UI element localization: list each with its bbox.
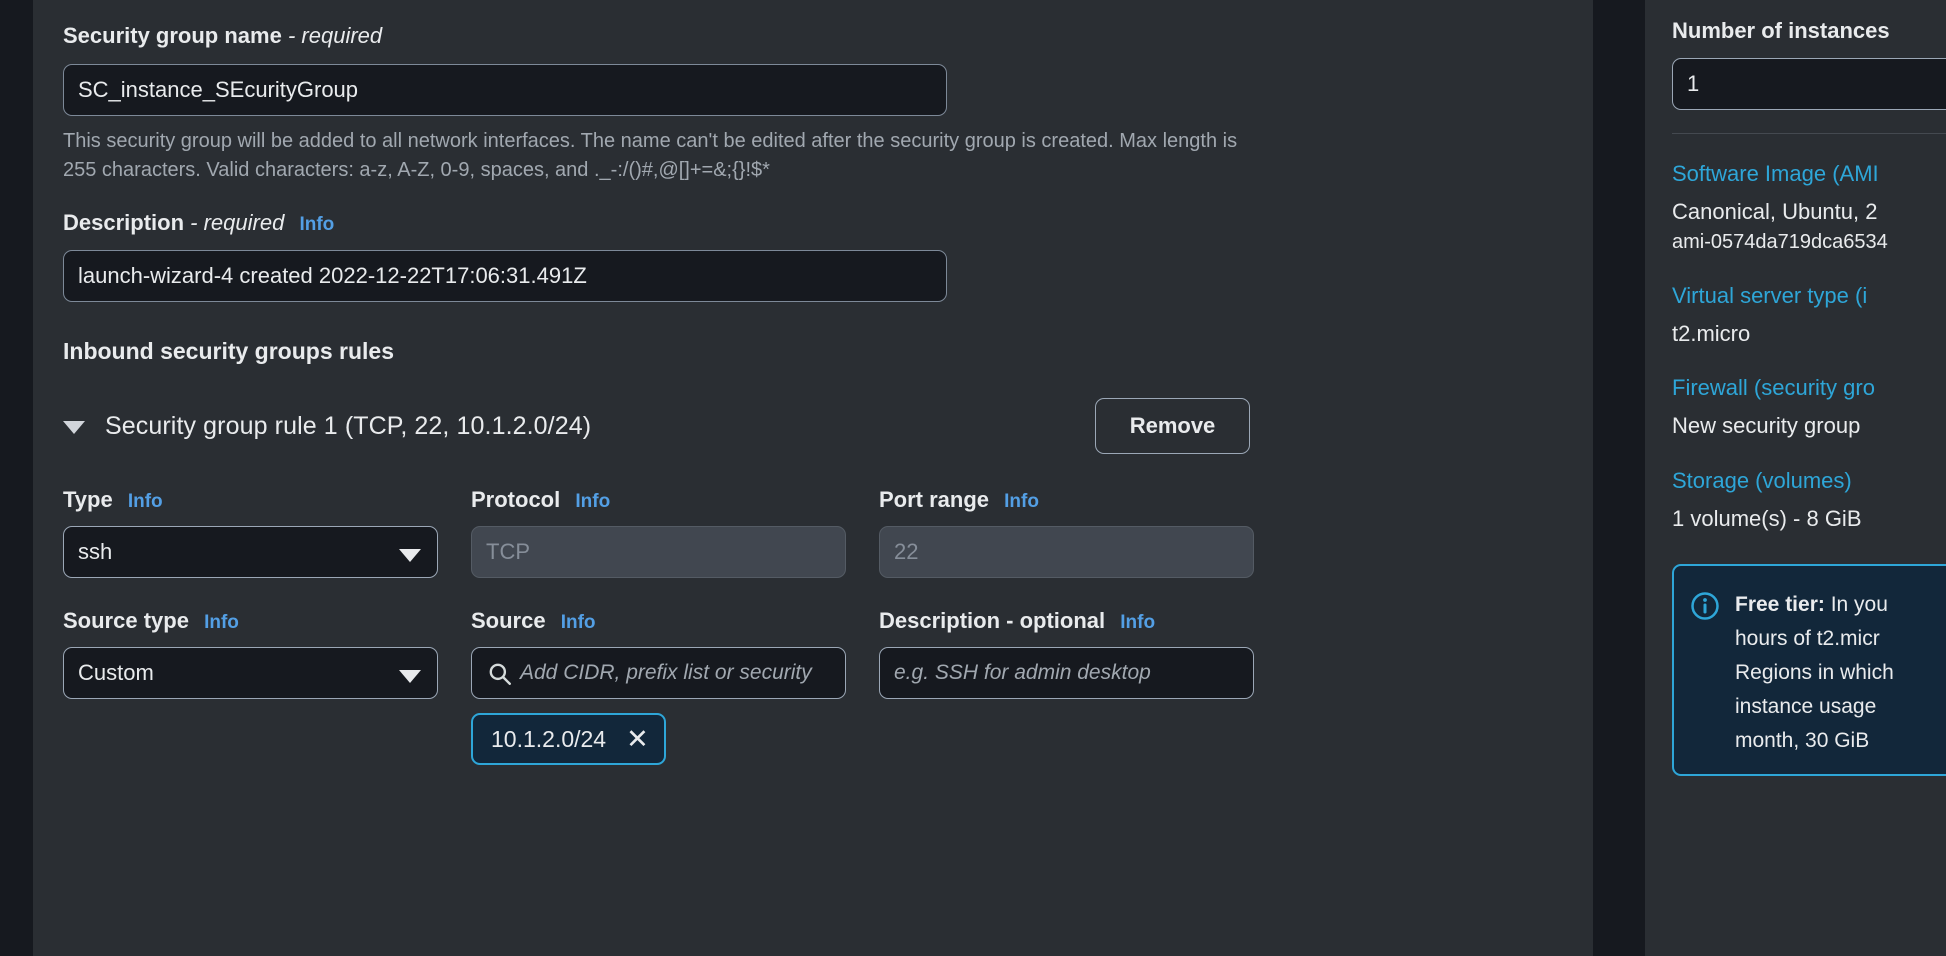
close-icon[interactable]: ✕ xyxy=(626,725,649,753)
protocol-input-disabled: TCP xyxy=(471,526,846,579)
summary-link-firewall[interactable]: Firewall (security gro xyxy=(1672,375,1946,401)
security-group-settings-panel: Security group name - required SC_instan… xyxy=(33,0,1593,956)
free-tier-line-4: instance usage xyxy=(1735,694,1877,718)
rule-description-optional-marker: - optional xyxy=(1006,608,1106,634)
search-icon xyxy=(489,663,511,686)
source-cidr-token-label: 10.1.2.0/24 xyxy=(491,725,607,752)
info-icon xyxy=(1691,592,1719,620)
rule-row-protocol: Type Info ssh Protocol Info TCP Port ran… xyxy=(63,487,1563,579)
security-group-name-label-text: Security group name xyxy=(63,23,282,48)
remove-rule-button[interactable]: Remove xyxy=(1095,398,1250,455)
protocol-label: Protocol Info xyxy=(471,487,846,513)
summary-value-ami-name: Canonical, Ubuntu, 2 xyxy=(1672,199,1878,224)
summary-panel: Number of instances 1 Software Image (AM… xyxy=(1645,0,1946,956)
rule-description-placeholder: e.g. SSH for admin desktop xyxy=(894,661,1151,685)
security-group-name-input[interactable]: SC_instance_SEcurityGroup xyxy=(63,63,947,116)
rule-row-source: Source type Info Custom Source Info Add … xyxy=(63,608,1563,766)
security-group-rule-title: Security group rule 1 (TCP, 22, 10.1.2.0… xyxy=(105,411,592,440)
source-type-label-text: Source type xyxy=(63,608,189,634)
rule-description-label-text: Description xyxy=(879,608,1001,634)
inbound-rules-section-title: Inbound security groups rules xyxy=(63,338,394,365)
summary-value-instance-type: t2.micro xyxy=(1672,320,1751,346)
summary-link-ami[interactable]: Software Image (AMI xyxy=(1672,161,1946,187)
chevron-down-icon[interactable] xyxy=(63,420,85,434)
port-range-field-group: Port range Info 22 xyxy=(879,487,1254,579)
description-label-text: Description xyxy=(63,209,185,235)
type-label-text: Type xyxy=(63,487,113,513)
type-label: Type Info xyxy=(63,487,438,513)
description-input[interactable]: launch-wizard-4 created 2022-12-22T17:06… xyxy=(63,250,947,303)
free-tier-line-1: In you xyxy=(1824,592,1888,616)
source-type-label: Source type Info xyxy=(63,608,438,634)
summary-value-storage: 1 volume(s) - 8 GiB xyxy=(1672,506,1862,532)
description-required-marker: - required xyxy=(190,209,285,235)
security-group-name-help-text: This security group will be added to all… xyxy=(63,129,1238,181)
source-type-select[interactable]: Custom xyxy=(63,647,438,700)
source-cidr-token[interactable]: 10.1.2.0/24 ✕ xyxy=(471,713,666,766)
summary-link-storage[interactable]: Storage (volumes) xyxy=(1672,468,1946,494)
type-info-link[interactable]: Info xyxy=(128,491,163,512)
source-type-select-value: Custom xyxy=(78,660,154,686)
source-search-input[interactable]: Add CIDR, prefix list or security xyxy=(471,647,846,700)
protocol-field-group: Protocol Info TCP xyxy=(471,487,846,579)
ec2-launch-wizard-screen: Security group name - required SC_instan… xyxy=(0,0,1946,956)
protocol-info-link[interactable]: Info xyxy=(575,491,610,512)
chevron-down-icon xyxy=(399,670,421,684)
number-of-instances-input[interactable]: 1 xyxy=(1672,58,1946,110)
source-label-text: Source xyxy=(471,608,546,634)
free-tier-heading: Free tier: xyxy=(1735,592,1825,616)
type-select-value: ssh xyxy=(78,539,113,565)
free-tier-line-5: month, 30 GiB xyxy=(1735,728,1870,752)
port-range-input-disabled: 22 xyxy=(879,526,1254,579)
rule-description-input[interactable]: e.g. SSH for admin desktop xyxy=(879,647,1254,700)
rule-description-info-link[interactable]: Info xyxy=(1120,612,1155,633)
rule-description-field-group: Description - optional Info e.g. SSH for… xyxy=(879,608,1254,765)
free-tier-alert: Free tier: In you hours of t2.micr Regio… xyxy=(1672,563,1946,776)
protocol-label-text: Protocol xyxy=(471,487,561,513)
summary-value-firewall: New security group xyxy=(1672,413,1861,439)
source-label: Source Info xyxy=(471,608,846,634)
free-tier-line-3: Regions in which xyxy=(1735,660,1894,684)
source-search-placeholder: Add CIDR, prefix list or security xyxy=(520,661,812,685)
port-range-label-text: Port range xyxy=(879,487,990,513)
port-range-label: Port range Info xyxy=(879,487,1254,513)
security-group-rule-header: Security group rule 1 (TCP, 22, 10.1.2.0… xyxy=(63,395,1563,457)
description-label: Description - required Info xyxy=(63,209,1563,237)
summary-divider xyxy=(1672,133,1946,134)
summary-value-ami-id: ami-0574da719dca6534 xyxy=(1672,230,1888,253)
type-field-group: Type Info ssh xyxy=(63,487,438,579)
number-of-instances-label: Number of instances xyxy=(1672,18,1890,43)
summary-link-instance-type[interactable]: Virtual server type (i xyxy=(1672,283,1946,309)
port-range-info-link[interactable]: Info xyxy=(1004,491,1039,512)
source-type-field-group: Source type Info Custom xyxy=(63,608,438,765)
free-tier-alert-text: Free tier: In you hours of t2.micr Regio… xyxy=(1735,588,1894,758)
source-field-group: Source Info Add CIDR, prefix list or sec… xyxy=(471,608,846,766)
source-type-info-link[interactable]: Info xyxy=(204,612,239,633)
type-select[interactable]: ssh xyxy=(63,526,438,579)
rule-description-label: Description - optional Info xyxy=(879,608,1254,634)
security-group-name-label: Security group name - required xyxy=(63,22,1563,50)
security-group-name-required-marker: - required xyxy=(287,23,383,48)
source-info-link[interactable]: Info xyxy=(561,612,596,633)
chevron-down-icon xyxy=(399,549,421,563)
free-tier-line-2: hours of t2.micr xyxy=(1735,626,1880,650)
description-info-link[interactable]: Info xyxy=(299,214,334,235)
